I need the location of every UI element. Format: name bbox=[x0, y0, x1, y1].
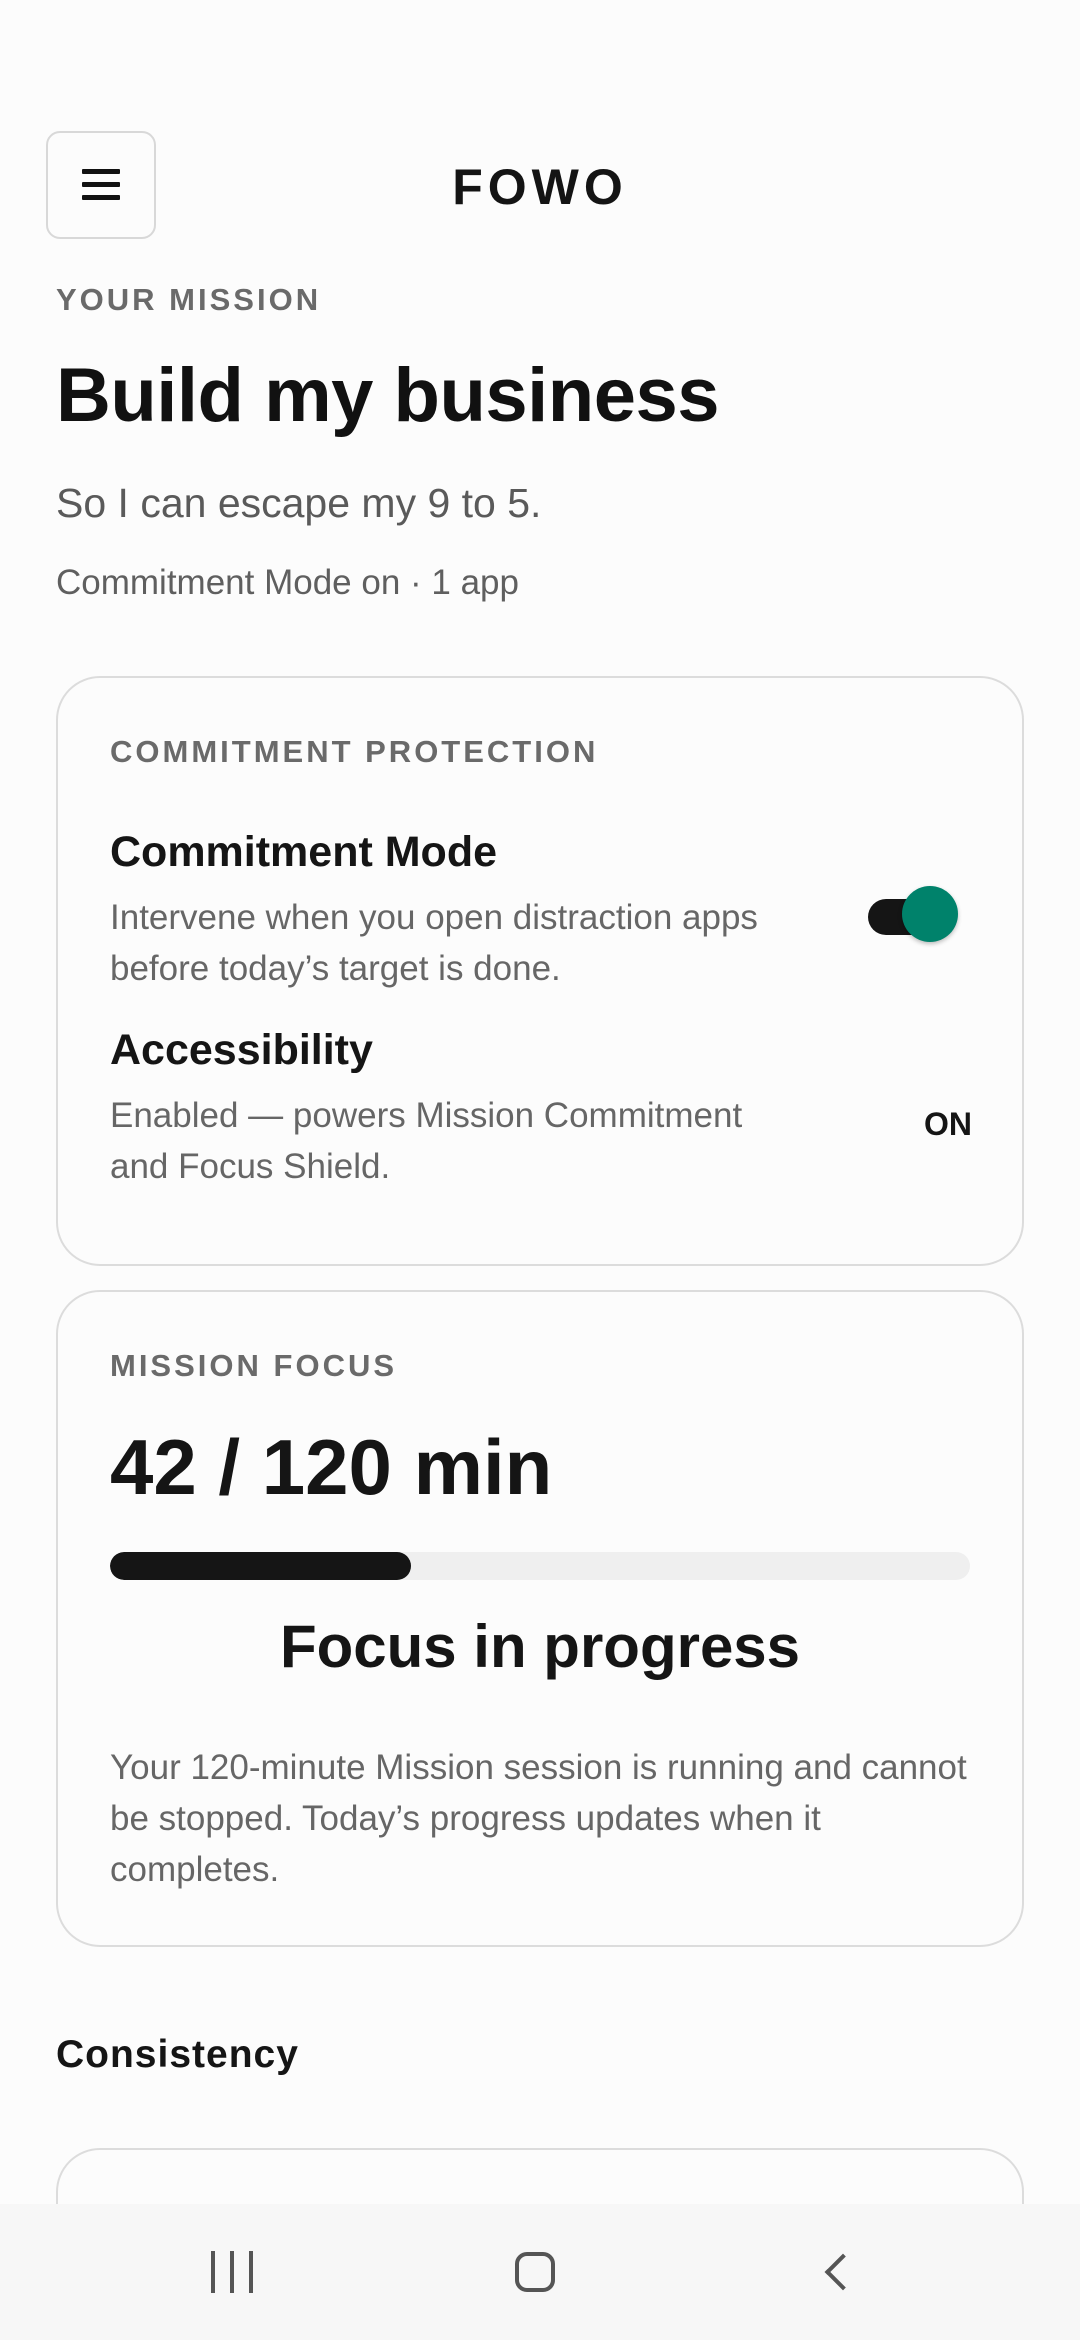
commitment-protection-label: COMMITMENT PROTECTION bbox=[110, 734, 599, 769]
mission-subtitle: So I can escape my 9 to 5. bbox=[56, 480, 542, 526]
mission-focus-progress-bar bbox=[110, 1552, 970, 1580]
app-screen: FOWO YOUR MISSION Build my business So I… bbox=[0, 0, 1080, 2340]
recent-apps-icon bbox=[211, 2251, 255, 2293]
commitment-protection-card: COMMITMENT PROTECTION Commitment Mode In… bbox=[56, 676, 1024, 1266]
mission-title: Build my business bbox=[56, 353, 720, 438]
mission-focus-value: 42 / 120 min bbox=[110, 1423, 553, 1511]
mission-meta: Commitment Mode on · 1 app bbox=[56, 563, 519, 602]
accessibility-description: Enabled — powers Mission Commitment and … bbox=[110, 1096, 743, 1186]
app-title: FOWO bbox=[452, 159, 628, 215]
back-icon bbox=[824, 2253, 862, 2291]
commitment-mode-title: Commitment Mode bbox=[110, 828, 497, 876]
mission-focus-label: MISSION FOCUS bbox=[110, 1348, 398, 1383]
commitment-mode-toggle[interactable] bbox=[868, 886, 960, 944]
home-icon bbox=[515, 2252, 555, 2292]
mission-label: YOUR MISSION bbox=[56, 282, 322, 317]
mission-focus-card: MISSION FOCUS 42 / 120 min Focus in prog… bbox=[56, 1290, 1024, 1947]
home-button[interactable] bbox=[435, 2204, 635, 2340]
navigation-bar bbox=[0, 2204, 1080, 2340]
accessibility-title: Accessibility bbox=[110, 1026, 373, 1074]
toggle-thumb bbox=[902, 886, 958, 942]
mission-focus-progress-fill bbox=[110, 1552, 411, 1580]
focus-description: Your 120-minute Mission session is runni… bbox=[110, 1748, 967, 1889]
consistency-title: Consistency bbox=[56, 2033, 299, 2076]
accessibility-status: ON bbox=[924, 1106, 972, 1142]
back-button[interactable] bbox=[738, 2204, 938, 2340]
recent-apps-button[interactable] bbox=[133, 2204, 333, 2340]
commitment-mode-description: Intervene when you open distraction apps… bbox=[110, 898, 758, 988]
focus-status: Focus in progress bbox=[279, 1613, 801, 1680]
